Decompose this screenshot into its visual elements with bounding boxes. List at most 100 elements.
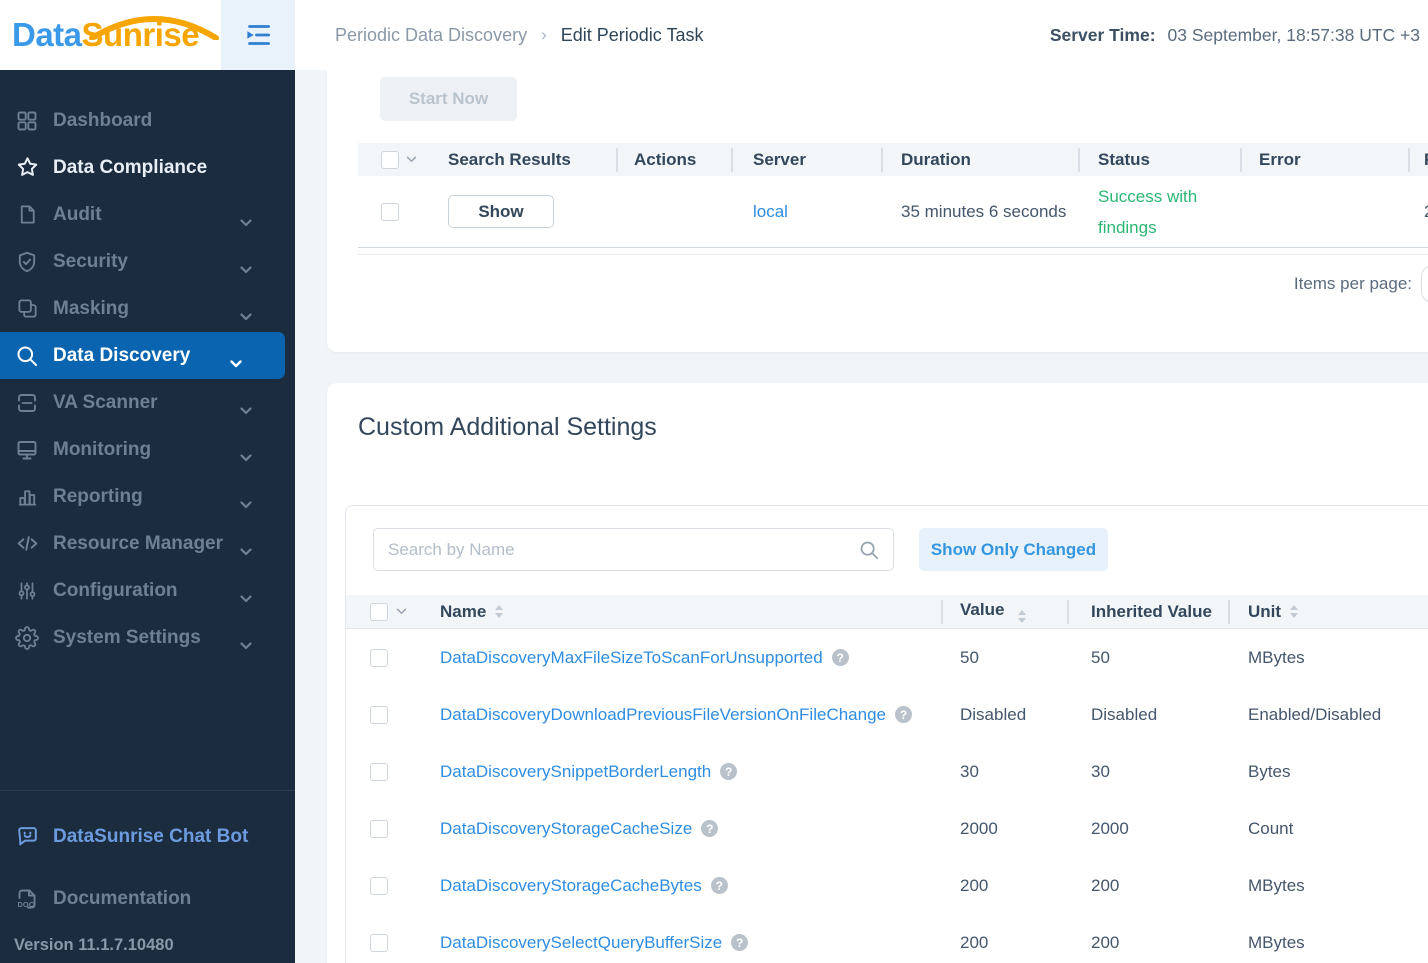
sort-icon[interactable] — [495, 605, 504, 618]
table-row: DataDiscoveryStorageCacheBytes ? 200 200… — [346, 857, 1428, 914]
inherited-value-cell: 200 — [1091, 932, 1120, 952]
sidebar-item-chat-bot[interactable]: DataSunrise Chat Bot — [0, 813, 295, 860]
sidebar-item-security[interactable]: Security — [0, 238, 295, 285]
duration-cell: 35 minutes 6 seconds — [901, 201, 1067, 221]
items-per-page-select[interactable] — [1421, 266, 1428, 302]
sidebar-item-label: Data Discovery — [53, 344, 191, 366]
column-header-unit[interactable]: Unit — [1228, 599, 1428, 624]
sidebar-item-configuration[interactable]: Configuration — [0, 567, 295, 614]
bar-chart-icon — [14, 484, 40, 510]
search-input[interactable] — [374, 529, 858, 570]
help-icon[interactable]: ? — [831, 649, 849, 666]
table-row: DataDiscoveryDownloadPreviousFileVersion… — [346, 686, 1428, 743]
task-runs-card: Start Now Search Results Actions Server … — [327, 70, 1428, 352]
sidebar-item-label: Monitoring — [53, 438, 152, 460]
column-header-status[interactable]: Status — [1078, 147, 1240, 172]
row-checkbox[interactable] — [370, 876, 388, 895]
version-label: Version 11.1.7.10480 — [14, 936, 174, 954]
select-all-checkbox[interactable] — [370, 602, 388, 621]
value-cell: 200 — [960, 875, 989, 895]
inherited-value-cell: Disabled — [1091, 704, 1158, 724]
help-icon[interactable]: ? — [710, 877, 728, 894]
value-cell: 50 — [960, 647, 979, 667]
help-icon[interactable]: ? — [701, 820, 719, 837]
column-header-search-results[interactable]: Search Results — [445, 150, 616, 170]
sidebar-item-va-scanner[interactable]: VA Scanner — [0, 379, 295, 426]
row-checkbox[interactable] — [370, 762, 388, 781]
server-time-label: Server Time: — [1049, 24, 1156, 45]
sidebar-item-reporting[interactable]: Reporting — [0, 473, 295, 520]
server-cell: local — [731, 202, 881, 222]
breadcrumb-current: Edit Periodic Task — [560, 24, 704, 45]
row-checkbox[interactable] — [381, 202, 399, 221]
breadcrumb-parent[interactable]: Periodic Data Discovery — [335, 25, 527, 46]
server-link[interactable]: local — [753, 202, 788, 221]
row-checkbox[interactable] — [370, 819, 388, 838]
svg-text:DOC: DOC — [18, 900, 35, 909]
sidebar-item-audit[interactable]: Audit — [0, 191, 295, 238]
value-cell: 30 — [960, 761, 979, 781]
column-header-server[interactable]: Server — [731, 147, 881, 172]
custom-settings-card: Custom Additional Settings Show Only Cha… — [327, 383, 1428, 963]
results-table-header: Search Results Actions Server Duration S… — [358, 143, 1428, 176]
page-title: Custom Additional Settings — [358, 413, 657, 441]
select-menu-chevron-icon[interactable] — [396, 608, 407, 615]
setting-name-link[interactable]: DataDiscoveryMaxFileSizeToScanForUnsuppo… — [440, 648, 823, 668]
chevron-down-icon — [240, 540, 252, 562]
column-header-value[interactable]: Value — [941, 599, 1067, 624]
inherited-value-cell: 200 — [1091, 875, 1120, 895]
sidebar-item-masking[interactable]: Masking — [0, 285, 295, 332]
chevron-down-icon — [240, 258, 252, 280]
sort-icon[interactable] — [1018, 610, 1027, 623]
select-all-checkbox[interactable] — [381, 150, 399, 169]
column-header-name[interactable]: Name — [440, 602, 941, 622]
help-icon[interactable]: ? — [895, 706, 912, 723]
column-header-error[interactable]: Error — [1240, 147, 1408, 172]
sidebar-item-dashboard[interactable]: Dashboard — [0, 97, 295, 144]
sidebar: Dashboard Data Compliance Audit Security… — [0, 70, 295, 963]
sort-icon[interactable] — [1290, 605, 1299, 618]
setting-name-link[interactable]: DataDiscoveryStorageCacheSize — [440, 819, 692, 839]
setting-name-link[interactable]: DataDiscoveryDownloadPreviousFileVersion… — [440, 705, 886, 725]
row-checkbox[interactable] — [370, 648, 388, 667]
sidebar-item-data-discovery[interactable]: Data Discovery — [0, 332, 285, 379]
datasunrise-logo[interactable]: DataSunrise — [12, 0, 221, 70]
help-icon[interactable]: ? — [720, 763, 738, 780]
show-only-changed-button[interactable]: Show Only Changed — [919, 528, 1108, 571]
status-badge: Success with findings — [1098, 186, 1198, 237]
sidebar-item-system-settings[interactable]: System Settings — [0, 614, 295, 661]
sidebar-item-documentation[interactable]: DOC Documentation — [0, 875, 295, 922]
sidebar-item-resource-manager[interactable]: Resource Manager — [0, 520, 295, 567]
column-header-clipped[interactable]: F — [1408, 147, 1428, 172]
setting-name-link[interactable]: DataDiscoverySnippetBorderLength — [440, 762, 711, 782]
sidebar-nav: Dashboard Data Compliance Audit Security… — [0, 97, 295, 661]
table-scrollbar-track[interactable] — [358, 254, 1428, 255]
chevron-down-icon — [240, 305, 252, 327]
search-box — [373, 528, 894, 571]
sidebar-item-label: Reporting — [53, 485, 143, 507]
setting-name-link[interactable]: DataDiscoveryStorageCacheBytes — [440, 876, 702, 896]
sidebar-item-data-compliance[interactable]: Data Compliance — [0, 144, 295, 191]
row-checkbox[interactable] — [370, 705, 388, 724]
value-cell: 2000 — [960, 818, 998, 838]
column-header-duration[interactable]: Duration — [881, 147, 1078, 172]
sidebar-item-label: VA Scanner — [53, 391, 158, 413]
unit-cell: MBytes — [1248, 932, 1305, 952]
search-icon[interactable] — [858, 539, 880, 561]
start-now-button[interactable]: Start Now — [380, 77, 517, 121]
settings-panel: Show Only Changed Name Value In — [345, 505, 1428, 963]
setting-name-link[interactable]: DataDiscoverySelectQueryBufferSize — [440, 933, 722, 953]
sidebar-collapse-button[interactable] — [221, 0, 295, 70]
sidebar-item-label: Masking — [53, 297, 130, 319]
inherited-value-cell: 30 — [1091, 761, 1110, 781]
chat-bot-label: DataSunrise Chat Bot — [53, 825, 249, 847]
sidebar-item-monitoring[interactable]: Monitoring — [0, 426, 295, 473]
column-header-actions[interactable]: Actions — [616, 147, 731, 172]
magnifier-icon — [14, 343, 40, 369]
row-checkbox[interactable] — [370, 933, 388, 952]
show-button[interactable]: Show — [448, 195, 554, 228]
help-icon[interactable]: ? — [731, 934, 749, 951]
select-menu-chevron-icon[interactable] — [406, 156, 417, 163]
header-select-all-cell — [358, 150, 445, 169]
column-header-inherited-value[interactable]: Inherited Value — [1067, 599, 1228, 624]
